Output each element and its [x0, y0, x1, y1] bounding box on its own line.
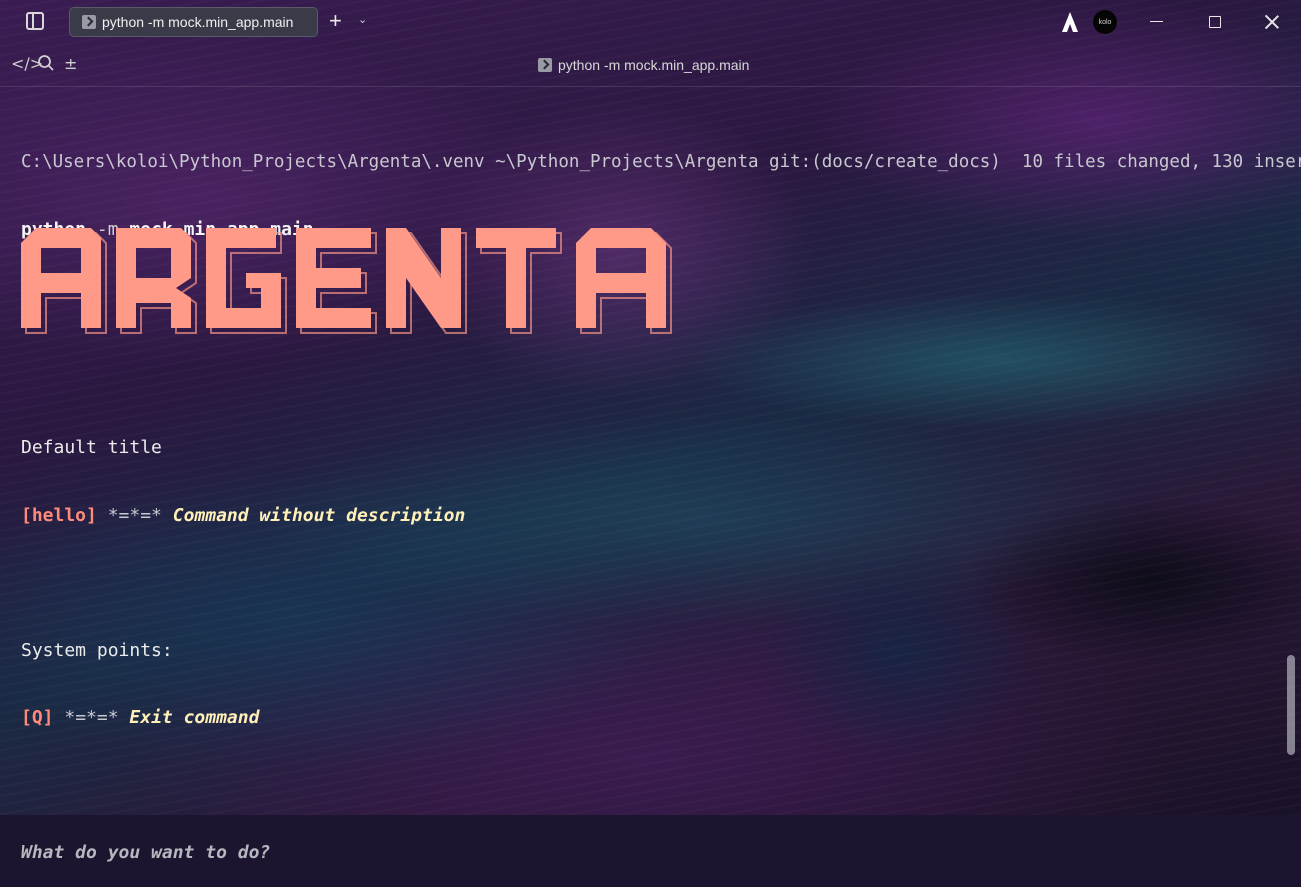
command-description: Exit command [129, 707, 260, 728]
minimize-icon[interactable] [1147, 12, 1167, 32]
window-title: python -m mock.min_app.main [538, 57, 749, 73]
system-title: System points: [21, 639, 173, 661]
plus-minus-icon[interactable]: ± [64, 54, 77, 73]
sidebar-toggle-icon[interactable] [26, 12, 44, 30]
menu-output: Default title [hello] *=*=* Command with… [21, 392, 1301, 887]
terminal-icon [538, 58, 552, 72]
tab-title: python -m mock.min_app.main [102, 14, 294, 30]
separator: *=*=* [107, 504, 162, 526]
default-title: Default title [21, 437, 162, 458]
maximize-icon[interactable] [1205, 12, 1225, 32]
command-key: [hello] [21, 504, 97, 526]
app-logo-icon[interactable] [1060, 11, 1080, 33]
separator: *=*=* [64, 707, 119, 728]
command-key: [Q] [21, 707, 54, 728]
chevron-down-icon[interactable]: ⌄ [358, 13, 367, 26]
title-bar: python -m mock.min_app.main + ⌄ kolo [0, 0, 1301, 44]
scrollbar-thumb[interactable] [1287, 655, 1295, 755]
toolbar: </> ± python -m mock.min_app.main [0, 44, 1301, 87]
terminal-icon [82, 15, 96, 29]
window-title-text: python -m mock.min_app.main [558, 57, 750, 73]
avatar[interactable]: kolo [1093, 10, 1117, 34]
plus-icon[interactable]: + [329, 10, 342, 32]
prompt-path: C:\Users\koloi\Python_Projects\Argenta\.… [21, 152, 1301, 172]
menu-item-quit: [Q] *=*=* Exit command [21, 707, 1301, 730]
tab-active[interactable]: python -m mock.min_app.main [69, 7, 318, 37]
ascii-banner [21, 228, 672, 334]
command-description: Command without description [172, 504, 466, 526]
menu-item-hello: [hello] *=*=* Command without descriptio… [21, 505, 1301, 528]
search-icon[interactable] [37, 54, 55, 76]
input-prompt[interactable]: What do you want to do? [21, 842, 1301, 865]
close-icon[interactable] [1262, 12, 1282, 32]
